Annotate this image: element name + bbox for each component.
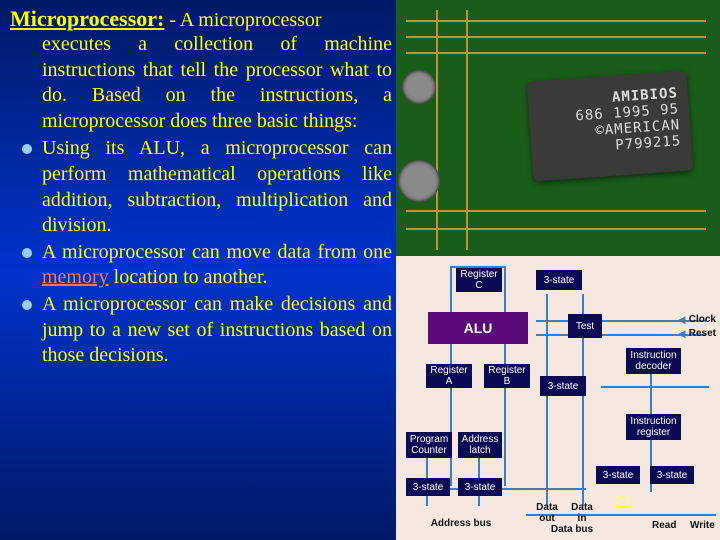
data-bus-label: Data bus <box>544 524 600 535</box>
reset-label: Reset <box>689 328 716 339</box>
alu-box: ALU <box>428 312 528 344</box>
title-remainder: - A microprocessor <box>164 9 321 31</box>
list-item: A microprocessor can make decisions and … <box>18 292 392 369</box>
tristate-box: 3-state <box>596 466 640 484</box>
chip-label: AMIBIOS 686 1995 95 ©AMERICAN P799215 <box>527 71 694 182</box>
register-a-box: Register A <box>426 364 472 388</box>
tristate-box: 3-state <box>458 478 502 496</box>
block-diagram: Register C 3-state ALU Test Instruction … <box>396 256 720 540</box>
chip-photo: AMIBIOS 686 1995 95 ©AMERICAN P799215 <box>396 0 720 256</box>
slide: Microprocessor: - A microprocessor execu… <box>0 0 720 540</box>
tristate-box: 3-state <box>540 376 586 396</box>
address-bus-label: Address bus <box>416 518 506 529</box>
instruction-decoder-box: Instruction decoder <box>626 348 681 374</box>
bullet-text: Using its ALU, a microprocessor can perf… <box>42 137 392 236</box>
bullet-text: A microprocessor can move data from one <box>42 241 392 263</box>
bullet-text: location to another. <box>109 266 268 288</box>
page-number: 21 <box>614 494 632 512</box>
register-c-box: Register C <box>456 268 502 292</box>
test-box: Test <box>568 314 602 338</box>
clock-label: Clock <box>689 314 716 325</box>
memory-link[interactable]: memory <box>42 266 109 288</box>
data-in-label: Data in <box>568 502 596 524</box>
intro-paragraph: executes a collection of machine instruc… <box>8 32 392 134</box>
register-b-box: Register B <box>484 364 530 388</box>
bullet-list: Using its ALU, a microprocessor can perf… <box>8 136 392 368</box>
program-counter-box: Program Counter <box>406 432 452 458</box>
arrow-icon: ◄ <box>675 326 688 341</box>
address-latch-box: Address latch <box>458 432 502 458</box>
write-label: Write <box>690 520 715 531</box>
tristate-box: 3-state <box>650 466 694 484</box>
read-label: Read <box>652 520 676 531</box>
bullet-text: A microprocessor can make decisions and … <box>42 293 392 366</box>
list-item: A microprocessor can move data from one … <box>18 240 392 291</box>
tristate-box: 3-state <box>536 270 582 290</box>
tristate-box: 3-state <box>406 478 450 496</box>
instruction-register-box: Instruction register <box>626 414 681 440</box>
title-line: Microprocessor: - A microprocessor <box>8 6 392 32</box>
data-out-label: Data out <box>532 502 562 524</box>
text-column: Microprocessor: - A microprocessor execu… <box>0 0 394 376</box>
slide-title: Microprocessor: <box>10 6 164 31</box>
arrow-icon: ◄ <box>675 312 688 327</box>
list-item: Using its ALU, a microprocessor can perf… <box>18 136 392 238</box>
